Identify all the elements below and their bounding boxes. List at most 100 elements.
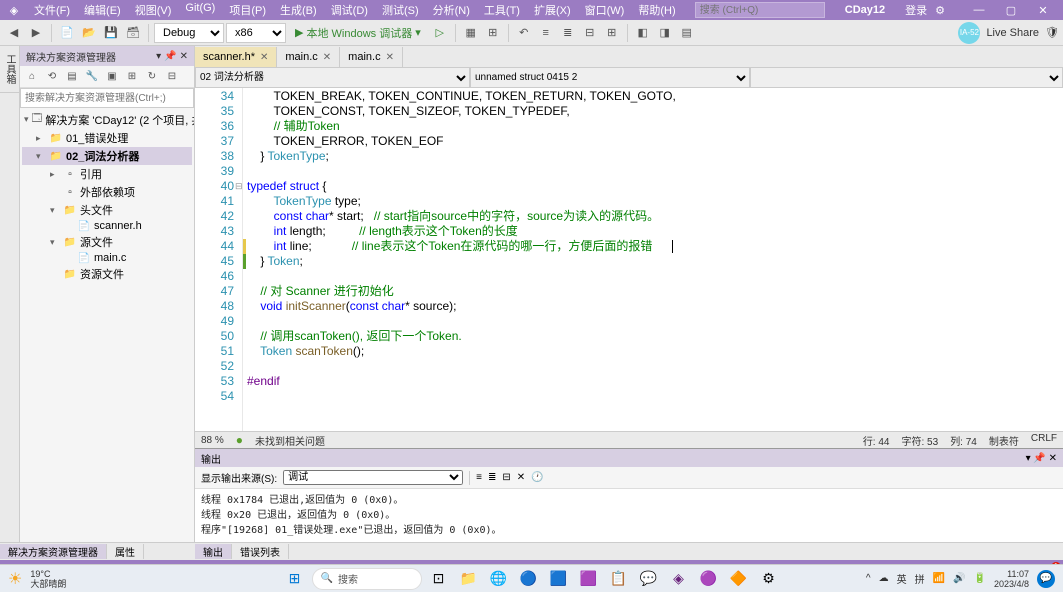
tree-node[interactable]: 📄main.c <box>22 251 192 265</box>
tab-close-icon[interactable]: ✕ <box>386 52 394 63</box>
menu-扩展(X)[interactable]: 扩展(X) <box>528 0 577 20</box>
mb4-icon[interactable]: 🔧 <box>83 68 101 86</box>
output-text[interactable]: 线程 0x1784 已退出,返回值为 0 (0x0)。线程 0x20 已退出，返… <box>195 489 1063 542</box>
weather-icon[interactable]: ☀ <box>8 569 22 589</box>
config-select[interactable]: Debug <box>154 23 224 43</box>
tree-node[interactable]: 📁资源文件 <box>22 265 192 283</box>
close-panel-icon[interactable]: ✕ <box>180 51 188 62</box>
output-pin2-icon[interactable]: 📌 <box>1033 453 1045 464</box>
mb8-icon[interactable]: ⊟ <box>163 68 181 86</box>
nav-fwd-icon[interactable]: ▶ <box>26 23 46 43</box>
admin-icon[interactable]: 🛡 <box>1045 26 1059 39</box>
menu-工具(T)[interactable]: 工具(T) <box>478 0 526 20</box>
menu-视图(V)[interactable]: 视图(V) <box>129 0 178 20</box>
taskbar-clock[interactable]: 11:07 2023/4/8 <box>994 569 1029 589</box>
mb3-icon[interactable]: ▤ <box>63 68 81 86</box>
edge-icon[interactable]: 🌐 <box>486 566 512 592</box>
app5-icon[interactable]: 🟣 <box>696 566 722 592</box>
app2-icon[interactable]: 🟪 <box>576 566 602 592</box>
app3-icon[interactable]: 📋 <box>606 566 632 592</box>
tree-node[interactable]: ▾🗔解决方案 'CDay12' (2 个项目, 共 2 个) <box>22 110 192 129</box>
explorer-search-input[interactable] <box>20 88 194 108</box>
toolbox-tab[interactable]: 工具箱 <box>0 46 19 93</box>
live-share-button[interactable]: Live Share <box>986 27 1039 39</box>
menu-文件(F)[interactable]: 文件(F) <box>28 0 76 20</box>
btab-properties[interactable]: 属性 <box>107 544 144 559</box>
tray-volume-icon[interactable]: 🔊 <box>953 573 965 584</box>
sync-icon[interactable]: ⟲ <box>43 68 61 86</box>
tray-ime1[interactable]: 英 <box>897 571 907 586</box>
menu-项目(P)[interactable]: 项目(P) <box>223 0 272 20</box>
nav-back-icon[interactable]: ◀ <box>4 23 24 43</box>
btab-solution-explorer[interactable]: 解决方案资源管理器 <box>0 544 107 559</box>
op-btn3-icon[interactable]: ⊟ <box>502 472 510 483</box>
pin-icon[interactable]: ▾ <box>156 51 161 62</box>
run-debug-button[interactable]: ▶ 本地 Windows 调试器 ▾ <box>288 23 428 43</box>
menu-Git(G)[interactable]: Git(G) <box>179 0 221 20</box>
nav-scope-select[interactable]: 02 词法分析器 <box>195 68 470 88</box>
mb5-icon[interactable]: ▣ <box>103 68 121 86</box>
tray-end-icon[interactable]: 💬 <box>1037 570 1055 588</box>
code-editor[interactable]: 3435363738394041424344454647484950515253… <box>195 88 1063 431</box>
minimize-button[interactable]: — <box>965 1 993 19</box>
run-nodebug-icon[interactable]: ▷ <box>430 23 450 43</box>
tree-node[interactable]: ▸📁01_错误处理 <box>22 129 192 147</box>
app1-icon[interactable]: 🟦 <box>546 566 572 592</box>
op-btn2-icon[interactable]: ≣ <box>488 472 496 483</box>
nav-member-select[interactable] <box>750 68 1063 88</box>
login-link[interactable]: 登录 <box>905 2 927 18</box>
output-close-icon[interactable]: ✕ <box>1049 453 1057 464</box>
menu-调试(D)[interactable]: 调试(D) <box>325 0 374 20</box>
taskbar-search[interactable]: 🔍 搜索 <box>312 568 422 590</box>
platform-select[interactable]: x86 <box>226 23 286 43</box>
tray-cloud-icon[interactable]: ☁ <box>879 573 889 584</box>
op-btn5-icon[interactable]: 🕐 <box>531 472 543 483</box>
tb-icon-7[interactable]: ⊞ <box>602 23 622 43</box>
zoom-level[interactable]: 88 % <box>201 435 224 446</box>
tray-battery-icon[interactable]: 🔋 <box>974 573 986 584</box>
weather-widget[interactable]: 19°C 大部晴朗 <box>30 569 66 589</box>
vs-taskbar-icon[interactable]: ◈ <box>666 566 692 592</box>
app4-icon[interactable]: 💬 <box>636 566 662 592</box>
output-pin-icon[interactable]: ▾ <box>1026 453 1031 464</box>
mb7-icon[interactable]: ↻ <box>143 68 161 86</box>
tab-close-icon[interactable]: ✕ <box>260 52 268 63</box>
tree-node[interactable]: ▸▫引用 <box>22 165 192 183</box>
mb6-icon[interactable]: ⊞ <box>123 68 141 86</box>
settings-icon[interactable]: ⚙ <box>935 4 945 17</box>
tb-icon-6[interactable]: ⊟ <box>580 23 600 43</box>
home-icon[interactable]: ⌂ <box>23 68 41 86</box>
tab-close-icon[interactable]: ✕ <box>323 52 331 63</box>
output-source-select[interactable]: 调试 <box>283 470 463 485</box>
task-view-icon[interactable]: ⊡ <box>426 566 452 592</box>
close-button[interactable]: ✕ <box>1029 1 1057 19</box>
btab-error-list[interactable]: 错误列表 <box>232 544 289 559</box>
app6-icon[interactable]: 🔶 <box>726 566 752 592</box>
title-search-input[interactable] <box>695 2 825 18</box>
tree-node[interactable]: ▫外部依赖项 <box>22 183 192 201</box>
tray-chevron-icon[interactable]: ^ <box>866 573 871 584</box>
user-avatar[interactable]: IA-52 <box>958 22 980 44</box>
tree-node[interactable]: ▾📁02_词法分析器 <box>22 147 192 165</box>
tb-icon-4[interactable]: ≡ <box>536 23 556 43</box>
tray-ime2[interactable]: 拼 <box>915 571 925 586</box>
save-icon[interactable]: 💾 <box>101 23 121 43</box>
save-all-icon[interactable]: 🗃 <box>123 23 143 43</box>
tb-icon-2[interactable]: ⊞ <box>483 23 503 43</box>
op-btn1-icon[interactable]: ≡ <box>476 472 482 483</box>
menu-帮助(H)[interactable]: 帮助(H) <box>632 0 681 20</box>
op-btn4-icon[interactable]: ✕ <box>517 472 525 483</box>
editor-tab[interactable]: main.c✕ <box>277 47 340 67</box>
menu-生成(B)[interactable]: 生成(B) <box>274 0 323 20</box>
open-icon[interactable]: 📂 <box>79 23 99 43</box>
menu-窗口(W)[interactable]: 窗口(W) <box>579 0 631 20</box>
explorer-icon[interactable]: 📁 <box>456 566 482 592</box>
btab-output[interactable]: 输出 <box>195 544 232 559</box>
tree-node[interactable]: ▾📁头文件 <box>22 201 192 219</box>
editor-tab[interactable]: scanner.h*✕ <box>195 47 277 67</box>
new-icon[interactable]: 📄 <box>57 23 77 43</box>
pin2-icon[interactable]: 📌 <box>164 51 176 62</box>
maximize-button[interactable]: ▢ <box>997 1 1025 19</box>
menu-测试(S)[interactable]: 测试(S) <box>376 0 425 20</box>
nav-type-select[interactable]: unnamed struct 0415 2 <box>470 68 750 88</box>
